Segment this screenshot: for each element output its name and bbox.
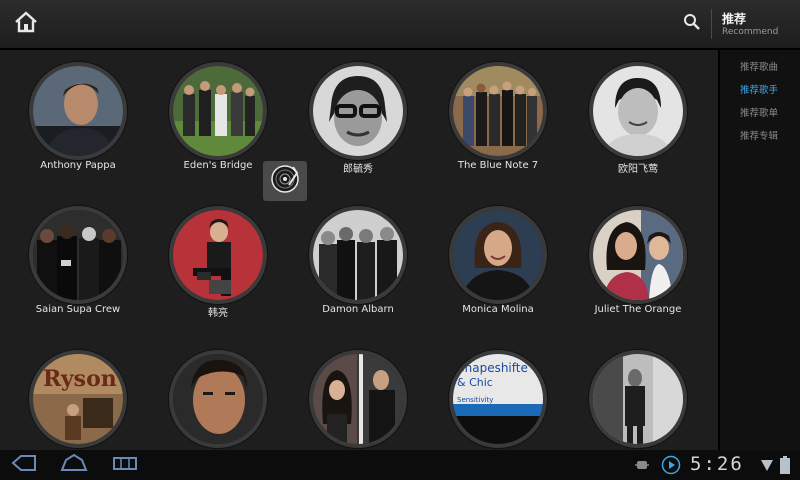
page-title: 推荐 (722, 12, 747, 26)
artist-grid: Anthony Pappa Eden's Bridge 郎毓秀 The Blue… (0, 50, 718, 450)
side-item-recommended-artists[interactable]: 推荐歌手 (740, 82, 778, 96)
artist-item[interactable]: Anthony Pappa (8, 50, 148, 180)
artist-avatar (29, 206, 127, 304)
artist-name: Damon Albarn (322, 304, 394, 315)
artist-item[interactable]: Saian Supa Crew (8, 194, 148, 324)
search-button[interactable] (678, 10, 706, 38)
artist-avatar (309, 206, 407, 304)
artist-avatar (449, 62, 547, 160)
artist-name: 韩亮 (208, 308, 228, 319)
artist-avatar: Ryson (29, 350, 127, 448)
home-nav-icon (60, 453, 88, 476)
artist-item[interactable]: Shapeshifte & Chic Sensitivity (428, 338, 568, 450)
artist-item[interactable]: 郎毓秀 (288, 50, 428, 180)
artist-avatar (449, 206, 547, 304)
artist-avatar (169, 206, 267, 304)
artist-name: 欧阳飞莺 (618, 164, 658, 175)
artist-item[interactable]: Ryson (8, 338, 148, 450)
artist-name: Juliet The Orange (594, 304, 682, 315)
artist-avatar (169, 350, 267, 448)
album-text-line3: Sensitivity (457, 396, 493, 404)
artist-name: The Blue Note 7 (457, 160, 539, 171)
artist-item[interactable]: Monica Molina (428, 194, 568, 324)
category-side-menu: 推荐歌曲 推荐歌手 推荐歌单 推荐专辑 (720, 50, 800, 450)
artist-avatar: Shapeshifte & Chic Sensitivity (449, 350, 547, 448)
artist-avatar (309, 350, 407, 448)
usb-debug-icon (632, 454, 652, 476)
artist-item[interactable]: Juliet The Orange (568, 194, 708, 324)
artist-name: Anthony Pappa (40, 160, 116, 171)
back-icon (11, 454, 37, 476)
artist-name: 郎毓秀 (343, 164, 373, 175)
artist-item[interactable]: Damon Albarn (288, 194, 428, 324)
artist-avatar (589, 62, 687, 160)
home-icon (14, 11, 38, 37)
artist-item[interactable]: 韩亮 (148, 194, 288, 324)
artist-name: Monica Molina (462, 304, 534, 315)
system-nav-bar: 5:26 (0, 450, 800, 480)
side-item-recommended-songs[interactable]: 推荐歌曲 (740, 59, 778, 73)
artist-avatar (589, 350, 687, 448)
album-text: Ryson (43, 366, 117, 392)
artist-grid-panel[interactable]: Anthony Pappa Eden's Bridge 郎毓秀 The Blue… (0, 50, 718, 450)
wifi-icon (760, 454, 774, 476)
action-bar: 推荐 Recommend (0, 0, 800, 50)
artist-item[interactable] (148, 338, 288, 450)
side-item-recommended-albums[interactable]: 推荐专辑 (740, 128, 778, 142)
battery-icon (778, 454, 792, 476)
now-playing-button[interactable] (263, 161, 307, 201)
header-divider (711, 9, 712, 39)
back-button[interactable] (8, 454, 40, 476)
artist-item[interactable] (568, 338, 708, 450)
album-text-line1: Shapeshifte (457, 361, 528, 375)
album-text-line2: & Chic (457, 376, 493, 389)
page-subtitle: Recommend (722, 27, 779, 37)
artist-item[interactable]: The Blue Note 7 (428, 50, 568, 180)
artist-item[interactable]: 欧阳飞莺 (568, 50, 708, 180)
home-nav-button[interactable] (58, 453, 90, 476)
artist-avatar (169, 62, 267, 160)
side-item-recommended-playlists[interactable]: 推荐歌单 (740, 105, 778, 119)
recent-apps-button[interactable] (110, 454, 140, 476)
home-button[interactable] (10, 8, 42, 40)
artist-item[interactable] (288, 338, 428, 450)
status-clock: 5:26 (690, 453, 744, 475)
artist-avatar (29, 62, 127, 160)
search-icon (683, 13, 701, 35)
vinyl-record-icon (269, 163, 301, 199)
artist-avatar (309, 62, 407, 160)
recent-apps-icon (112, 454, 138, 476)
play-status-icon (660, 454, 682, 476)
artist-name: Saian Supa Crew (35, 304, 121, 315)
artist-avatar (589, 206, 687, 304)
